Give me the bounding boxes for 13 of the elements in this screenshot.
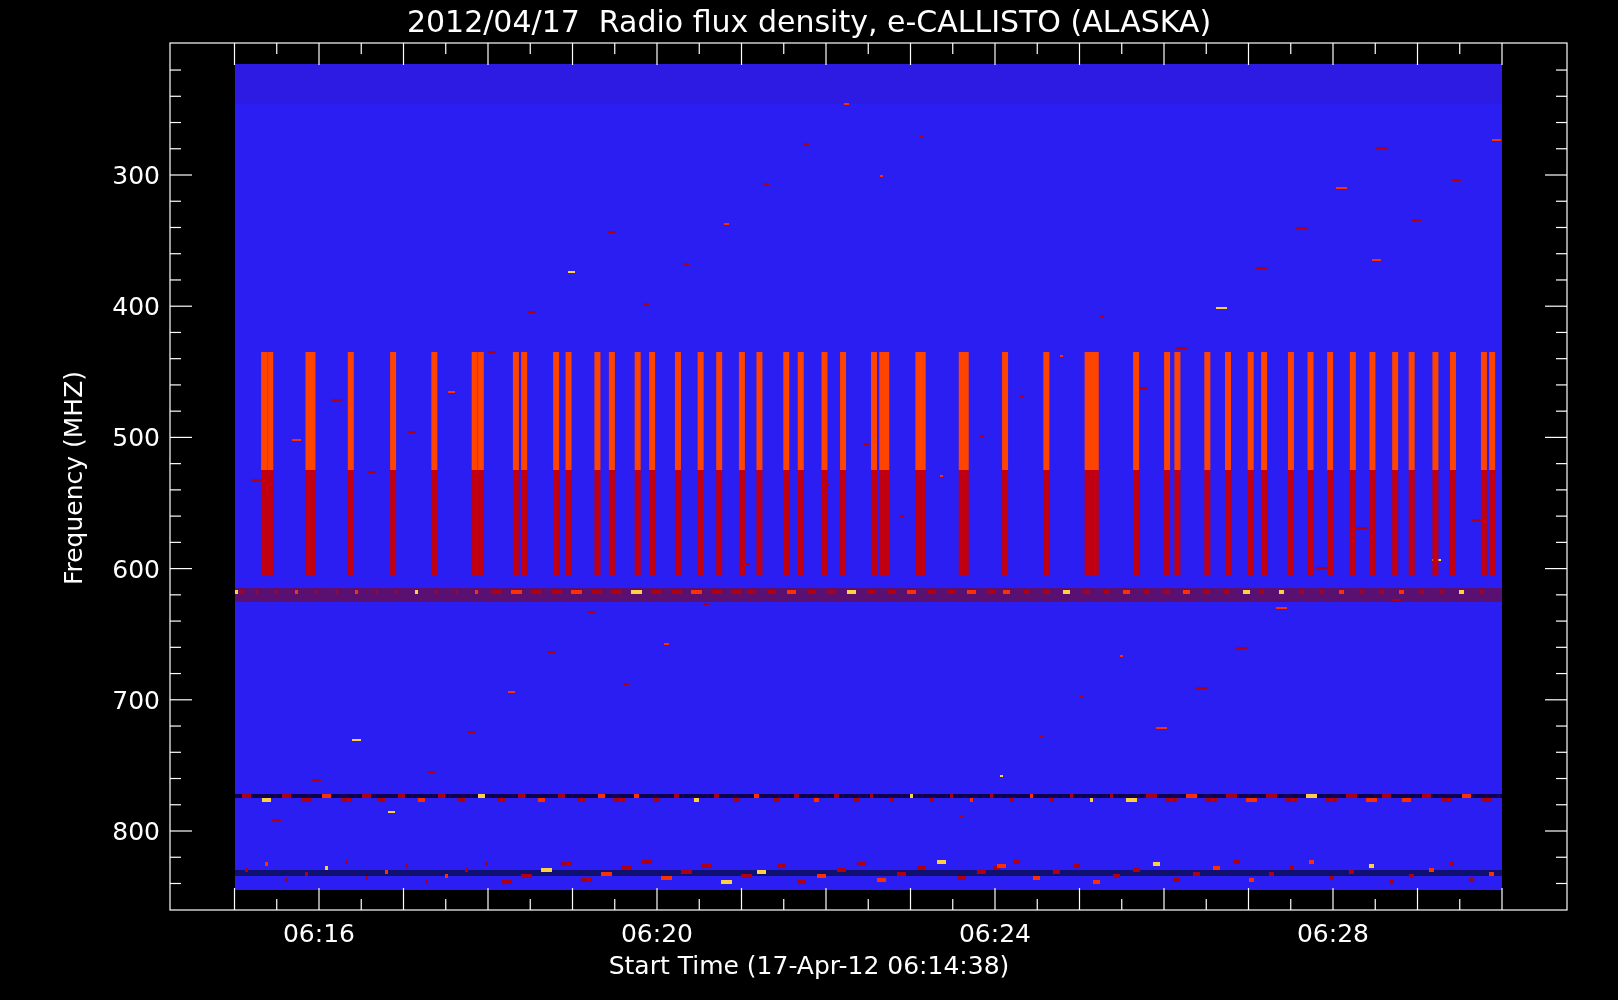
x-tick-label: 06:20	[621, 919, 693, 948]
y-tick-label: 400	[112, 292, 160, 322]
x-axis-label: Start Time (17-Apr-12 06:14:38)	[608, 951, 1010, 980]
x-tick-label: 06:16	[283, 919, 355, 948]
y-tick-label: 800	[112, 817, 160, 846]
y-tick-label: 600	[112, 554, 160, 584]
y-tick-label: 300	[112, 161, 160, 190]
chart-title: 2012/04/17 Radio flux density, e-CALLISTO (ALASKA)	[406, 4, 1212, 39]
x-tick-label: 06:24	[959, 919, 1031, 948]
x-tick-label: 06:28	[1297, 919, 1369, 948]
y-axis-label: Frequency (MHZ)	[59, 370, 88, 586]
y-tick-label: 700	[112, 685, 160, 715]
y-tick-label: 500	[112, 423, 160, 453]
